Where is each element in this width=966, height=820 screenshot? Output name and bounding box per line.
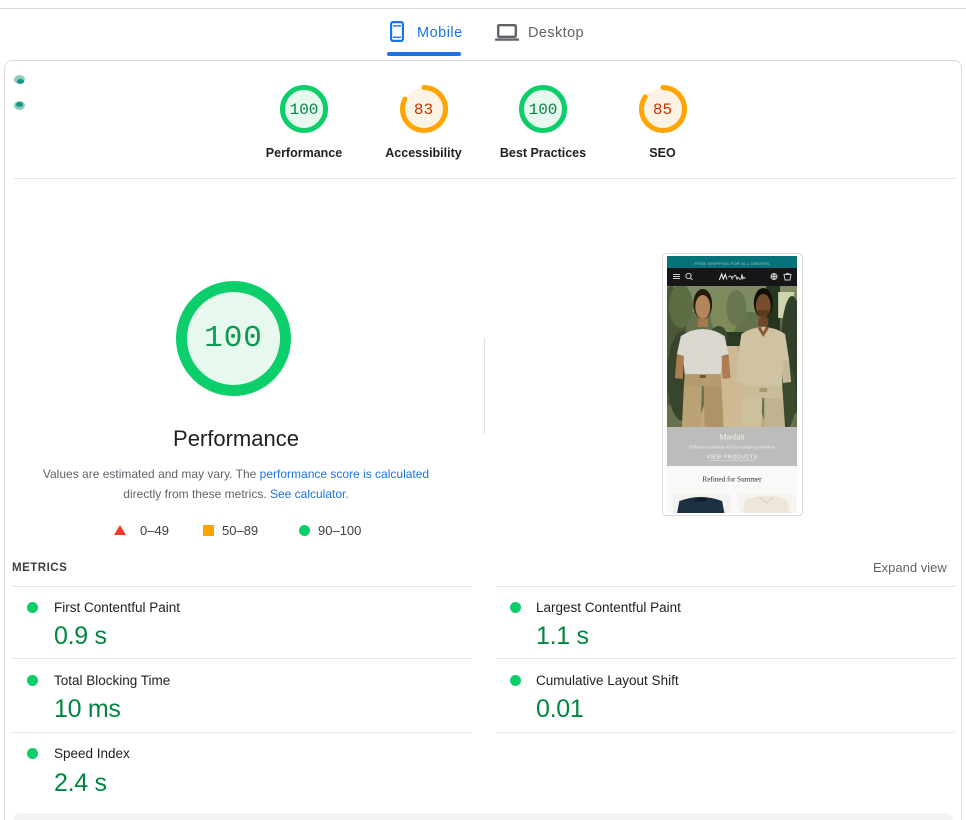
svg-text:VIEW PRODUCTS: VIEW PRODUCTS bbox=[706, 454, 757, 460]
svg-text:FREE SHIPPING FOR ALL ORDERS: FREE SHIPPING FOR ALL ORDERS bbox=[695, 261, 770, 266]
svg-text:Mardati: Mardati bbox=[719, 432, 745, 441]
svg-text:Refined menswear for the moder: Refined menswear for the modern gentlema… bbox=[689, 444, 776, 449]
svg-text:Refined for Summer: Refined for Summer bbox=[702, 475, 762, 483]
